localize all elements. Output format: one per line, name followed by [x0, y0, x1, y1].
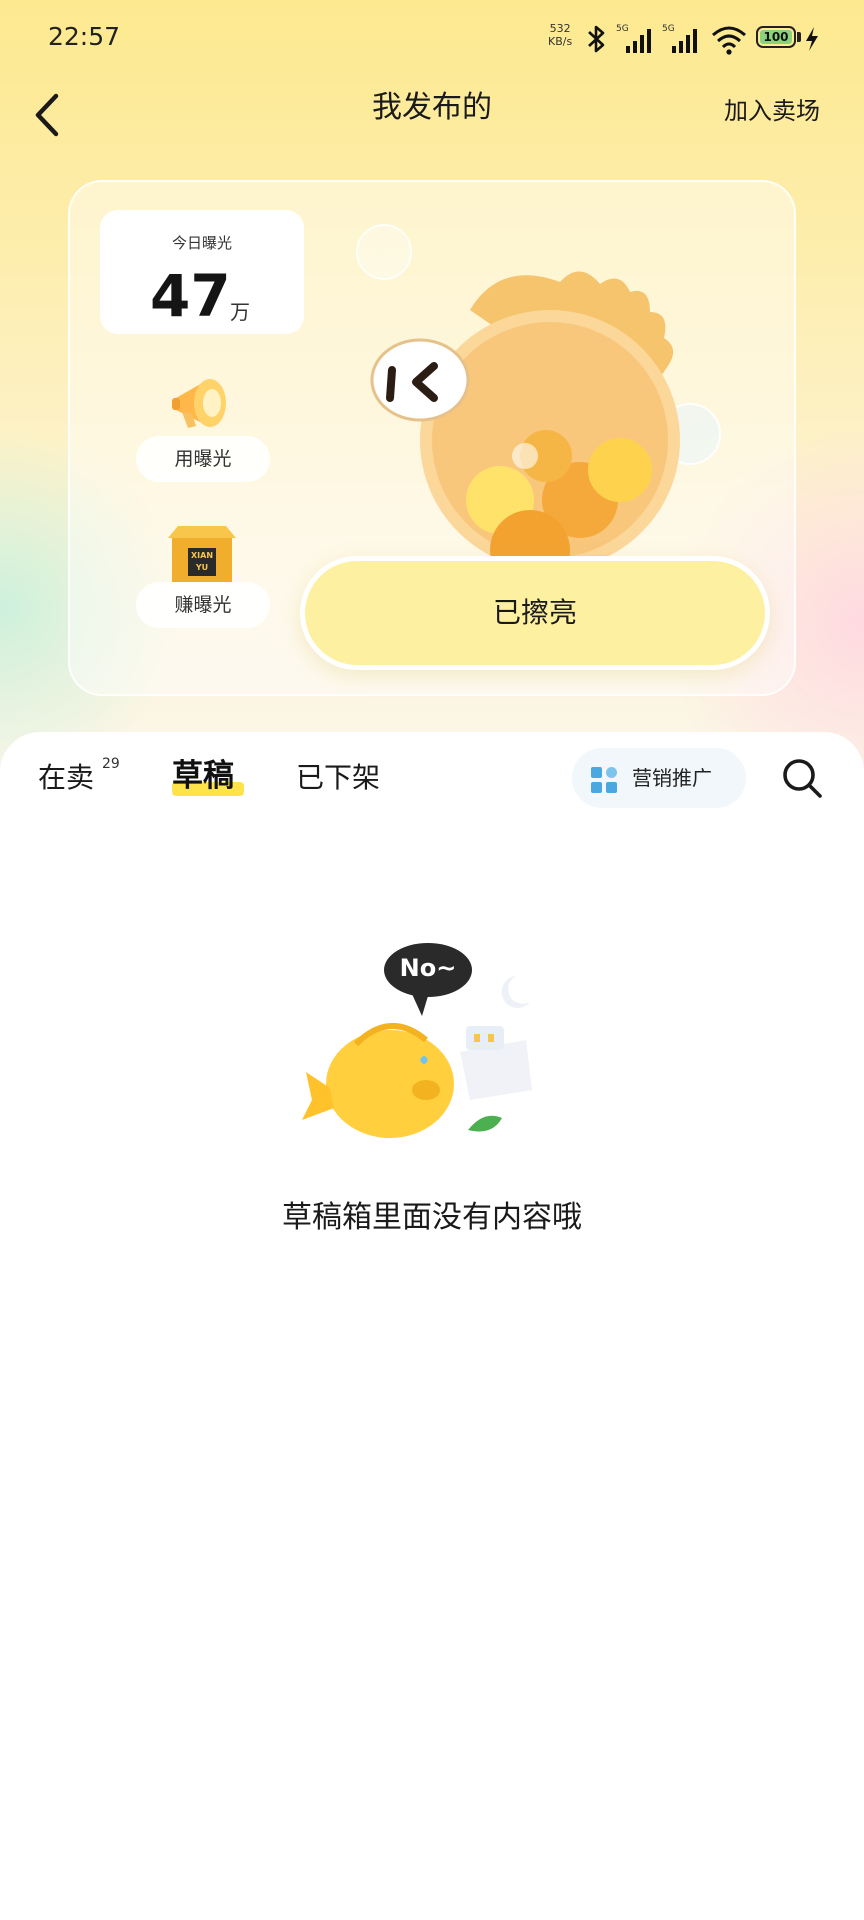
box-label-line-1: XIAN	[190, 551, 214, 560]
polish-button[interactable]: 已擦亮	[300, 556, 770, 670]
box-icon: XIAN YU	[166, 522, 238, 584]
empty-state-message: 草稿箱里面没有内容哦	[282, 1200, 582, 1235]
fish-mascot-illustration	[356, 224, 721, 560]
today-exposure-unit: 万	[230, 300, 250, 324]
network-speed-unit: KB/s	[548, 35, 573, 48]
charging-icon	[806, 27, 818, 51]
battery-cap	[797, 32, 801, 42]
search-icon[interactable]	[780, 756, 824, 800]
today-exposure-label: 今日曝光	[171, 234, 232, 252]
tab-on-sale[interactable]: 在卖	[38, 760, 94, 796]
marketing-promotion-label: 营销推广	[632, 766, 712, 790]
tab-delisted[interactable]: 已下架	[296, 760, 380, 796]
today-exposure-value: 47	[150, 262, 231, 330]
empty-drafts-illustration: No~	[300, 940, 560, 1160]
speech-bubble-text: No~	[399, 954, 457, 982]
wifi-icon	[712, 26, 746, 55]
signal-icon	[626, 29, 651, 53]
status-bar: 22:57 532 KB/s 5G 5G 100	[0, 0, 864, 76]
content-panel	[0, 732, 864, 1920]
earn-exposure-button[interactable]: 赚曝光	[136, 582, 270, 628]
tab-drafts[interactable]: 草稿	[172, 758, 234, 794]
page-title: 我发布的	[372, 90, 492, 125]
today-exposure-box: 今日曝光 47 万	[100, 210, 304, 334]
tab-on-sale-count: 29	[102, 756, 120, 772]
back-button[interactable]	[28, 88, 68, 142]
grid-icon	[591, 767, 617, 793]
signal-icon	[672, 29, 697, 53]
status-time: 22:57	[48, 22, 121, 51]
network-speed: 532 KB/s	[548, 22, 572, 48]
chevron-left-icon	[35, 93, 59, 137]
join-market-link[interactable]: 加入卖场	[724, 94, 820, 128]
network-speed-value: 532	[549, 22, 571, 35]
use-exposure-button[interactable]: 用曝光	[136, 436, 270, 482]
box-label-line-2: YU	[195, 563, 209, 572]
marketing-promotion-button[interactable]: 营销推广	[572, 748, 746, 808]
bluetooth-icon	[588, 25, 605, 53]
battery-icon: 100	[756, 26, 796, 48]
megaphone-icon	[172, 379, 226, 428]
battery-text: 100	[763, 30, 789, 44]
